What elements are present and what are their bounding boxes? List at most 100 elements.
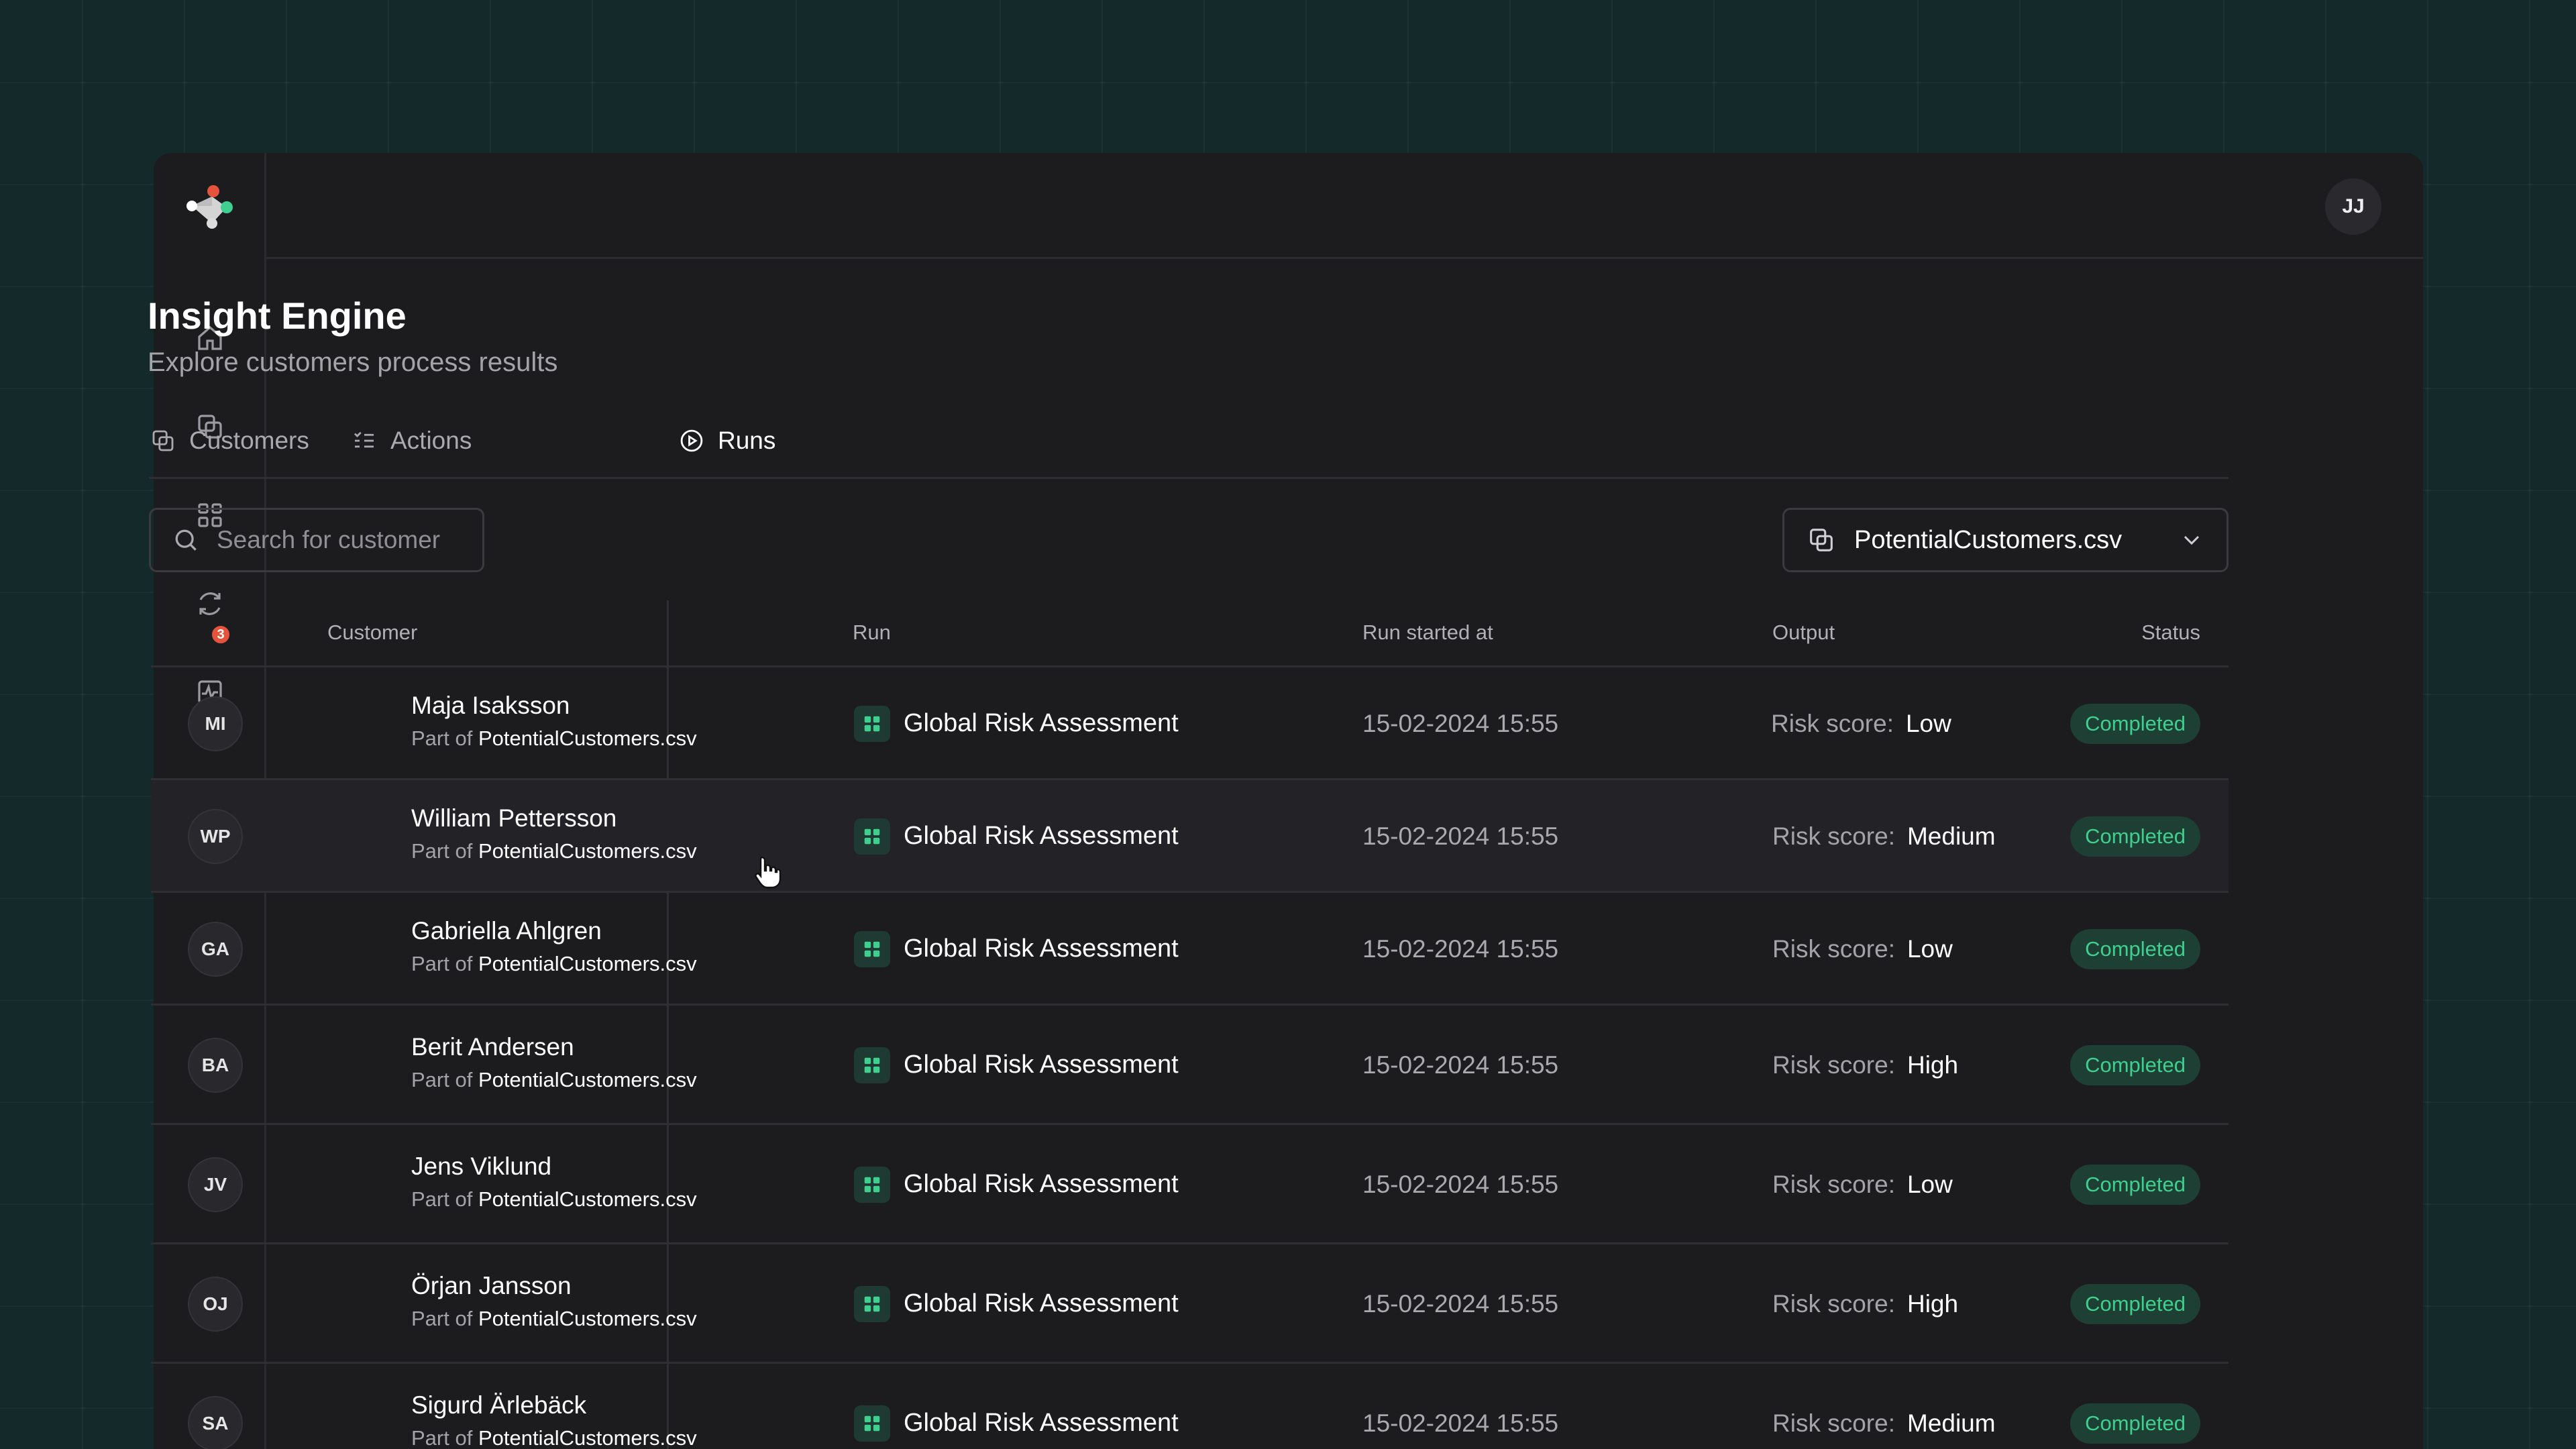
search-icon — [175, 529, 197, 551]
chevron-down-icon — [2184, 535, 2200, 545]
risk-value: High — [1907, 1290, 1959, 1318]
output-risk: Risk score: Low — [1771, 710, 1951, 738]
tab-label: Customers — [189, 427, 309, 454]
risk-label: Risk score: — [1772, 1171, 1895, 1198]
customer-avatar: GA — [188, 922, 243, 977]
run-started-at: 15-02-2024 15:55 — [1362, 710, 1559, 737]
customer-source: Part of PotentialCustomers.csv — [411, 1187, 697, 1212]
customer-source: Part of PotentialCustomers.csv — [411, 1068, 697, 1092]
table-row[interactable]: SA Sigurd Ärlebäck Part of PotentialCustom… — [151, 1364, 2229, 1449]
column-header-started[interactable]: Run started at — [1362, 621, 1493, 645]
risk-label: Risk score: — [1772, 1409, 1895, 1437]
top-bar: JJ — [266, 153, 2423, 259]
customer-source: Part of PotentialCustomers.csv — [411, 839, 697, 863]
source-file[interactable]: PotentialCustomers.csv — [478, 727, 697, 750]
tab-label: Runs — [718, 427, 776, 454]
source-file[interactable]: PotentialCustomers.csv — [478, 1068, 697, 1091]
run-name[interactable]: Global Risk Assessment — [904, 709, 1179, 738]
table-header: Customer Run Run started at Output Statu… — [151, 600, 2229, 667]
run-grid-icon — [854, 1405, 890, 1442]
source-file[interactable]: PotentialCustomers.csv — [478, 839, 697, 863]
risk-value: Low — [1905, 710, 1951, 737]
table-row[interactable]: GA Gabriella Ahlgren Part of PotentialCust… — [151, 893, 2229, 1006]
column-header-run[interactable]: Run — [853, 621, 891, 645]
run-started-at: 15-02-2024 15:55 — [1362, 1409, 1559, 1437]
output-risk: Risk score: Medium — [1772, 1409, 1996, 1438]
column-header-customer[interactable]: Customer — [327, 621, 417, 645]
run-name[interactable]: Global Risk Assessment — [904, 1289, 1179, 1318]
tab-label: Actions — [390, 427, 472, 454]
table-row[interactable]: OJ Örjan Jansson Part of PotentialCustomer… — [151, 1244, 2229, 1364]
run-name[interactable]: Global Risk Assessment — [904, 1170, 1179, 1199]
source-file[interactable]: PotentialCustomers.csv — [478, 1426, 697, 1449]
run-grid-icon — [854, 1167, 890, 1203]
customer-name[interactable]: Sigurd Ärlebäck — [411, 1391, 586, 1419]
run-name[interactable]: Global Risk Assessment — [904, 1409, 1179, 1438]
risk-value: High — [1907, 1051, 1959, 1079]
copy-icon — [152, 430, 174, 451]
run-started-at: 15-02-2024 15:55 — [1362, 1290, 1559, 1318]
run-started-at: 15-02-2024 15:55 — [1362, 1171, 1559, 1198]
customer-avatar: OJ — [188, 1277, 243, 1332]
file-select-dropdown[interactable]: PotentialCustomers.csv — [1782, 508, 2229, 572]
output-risk: Risk score: Low — [1772, 1171, 1953, 1199]
customer-name[interactable]: Gabriella Ahlgren — [411, 917, 602, 945]
table-row[interactable]: MI Maja Isaksson Part of PotentialCustomer… — [151, 667, 2229, 780]
play-circle-icon — [680, 429, 703, 452]
table-row[interactable]: WP William Pettersson Part of PotentialCus… — [151, 780, 2229, 893]
part-of-label: Part of — [411, 1307, 473, 1330]
status-badge: Completed — [2070, 816, 2200, 857]
source-file[interactable]: PotentialCustomers.csv — [478, 952, 697, 975]
run-started-at: 15-02-2024 15:55 — [1362, 1051, 1559, 1079]
risk-label: Risk score: — [1772, 1290, 1895, 1318]
column-header-output[interactable]: Output — [1772, 621, 1835, 645]
customer-name[interactable]: Örjan Jansson — [411, 1272, 572, 1300]
user-avatar[interactable]: JJ — [2325, 178, 2381, 235]
column-header-status[interactable]: Status — [2141, 621, 2200, 645]
run-name[interactable]: Global Risk Assessment — [904, 934, 1179, 963]
table-row[interactable]: JV Jens Viklund Part of PotentialCustomers… — [151, 1125, 2229, 1244]
run-grid-icon — [854, 931, 890, 967]
search-box — [149, 508, 484, 572]
output-risk: Risk score: Low — [1772, 935, 1953, 963]
customer-source: Part of PotentialCustomers.csv — [411, 1426, 697, 1449]
risk-label: Risk score: — [1771, 710, 1894, 737]
source-file[interactable]: PotentialCustomers.csv — [478, 1187, 697, 1211]
status-badge: Completed — [2070, 1403, 2200, 1444]
customer-avatar: SA — [188, 1396, 243, 1449]
run-name[interactable]: Global Risk Assessment — [904, 822, 1179, 851]
status-badge: Completed — [2070, 704, 2200, 744]
app-logo[interactable] — [185, 182, 235, 230]
risk-label: Risk score: — [1772, 822, 1895, 850]
risk-value: Medium — [1907, 1409, 1996, 1437]
run-grid-icon — [854, 818, 890, 855]
page-title: Insight Engine — [148, 294, 407, 337]
run-grid-icon — [854, 1286, 890, 1322]
list-icon — [354, 431, 374, 448]
customer-name[interactable]: Berit Andersen — [411, 1033, 574, 1061]
tab-customers[interactable]: Customers — [149, 423, 309, 459]
run-started-at: 15-02-2024 15:55 — [1362, 935, 1559, 963]
risk-value: Low — [1907, 1171, 1953, 1198]
search-input[interactable] — [217, 526, 472, 554]
status-badge: Completed — [2070, 1165, 2200, 1205]
tab-runs[interactable]: Runs — [678, 423, 775, 459]
risk-label: Risk score: — [1772, 935, 1895, 963]
run-grid-icon — [854, 706, 890, 742]
output-risk: Risk score: Medium — [1772, 822, 1996, 851]
customer-name[interactable]: Jens Viklund — [411, 1152, 551, 1181]
part-of-label: Part of — [411, 1426, 473, 1449]
table-row[interactable]: BA Berit Andersen Part of PotentialCustome… — [151, 1006, 2229, 1125]
customer-name[interactable]: Maja Isaksson — [411, 692, 570, 720]
part-of-label: Part of — [411, 1187, 473, 1211]
output-risk: Risk score: High — [1772, 1290, 1958, 1318]
runs-table: Customer Run Run started at Output Statu… — [151, 600, 2229, 1449]
part-of-label: Part of — [411, 952, 473, 975]
tab-actions[interactable]: Actions — [350, 423, 472, 459]
customer-name[interactable]: William Pettersson — [411, 804, 616, 833]
customer-avatar: WP — [188, 809, 243, 864]
run-name[interactable]: Global Risk Assessment — [904, 1051, 1179, 1079]
run-started-at: 15-02-2024 15:55 — [1362, 822, 1559, 850]
status-badge: Completed — [2070, 1284, 2200, 1324]
source-file[interactable]: PotentialCustomers.csv — [478, 1307, 697, 1330]
